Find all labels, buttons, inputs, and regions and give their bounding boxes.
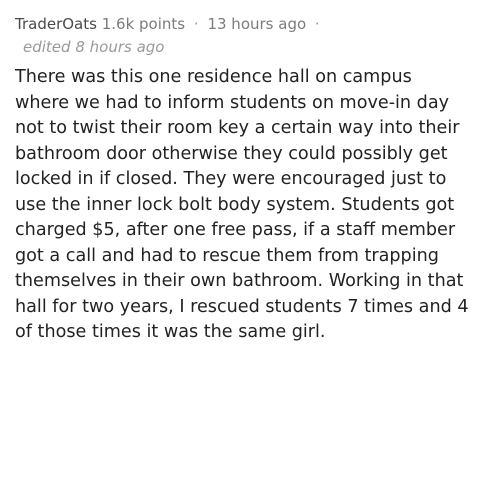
comment-meta: TraderOats 1.6k points · 13 hours ago ·	[15, 14, 469, 34]
comment-edited-note: edited 8 hours ago	[23, 38, 165, 56]
comment-body: There was this one residence hall on cam…	[15, 67, 469, 342]
comment-author-link[interactable]: TraderOats	[15, 15, 97, 33]
meta-separator: ·	[193, 15, 199, 33]
comment-points: 1.6k points	[101, 15, 186, 33]
comment-timestamp[interactable]: 13 hours ago	[207, 15, 306, 33]
meta-separator-trailing: ·	[314, 15, 320, 33]
comment: TraderOats 1.6k points · 13 hours ago · …	[0, 0, 481, 481]
